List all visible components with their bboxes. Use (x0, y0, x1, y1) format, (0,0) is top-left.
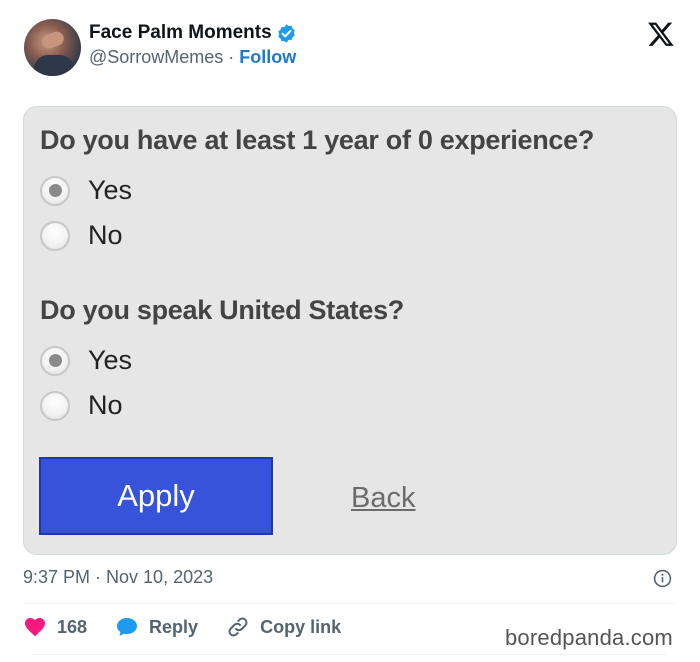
action-bar: 168 Reply Copy link (23, 615, 369, 639)
q2-option-yes[interactable]: Yes (40, 345, 132, 376)
watermark: boredpanda.com (505, 625, 673, 650)
option-label: Yes (88, 175, 133, 205)
apply-button[interactable]: Apply (39, 457, 273, 535)
copy-link-button[interactable]: Copy link (226, 615, 341, 639)
copy-link-label: Copy link (260, 616, 342, 637)
handle-row: @SorrowMemes · Follow (89, 47, 296, 68)
reply-button[interactable]: Reply (115, 615, 198, 639)
reply-bubble-icon (117, 618, 138, 636)
author-handle[interactable]: @SorrowMemes (89, 47, 223, 68)
option-label: No (88, 390, 123, 420)
heart-icon (25, 618, 45, 637)
radio-button[interactable] (40, 345, 70, 376)
divider (23, 603, 677, 604)
like-count: 168 (57, 616, 88, 637)
radio-button[interactable] (40, 390, 70, 421)
question-1: Do you have at least 1 year of 0 experie… (40, 125, 595, 155)
radio-button[interactable] (40, 175, 70, 206)
reply-label: Reply (149, 616, 199, 637)
bottom-divider (34, 654, 666, 655)
back-link[interactable]: Back (351, 482, 415, 515)
info-icon[interactable] (653, 569, 672, 588)
q1-option-yes[interactable]: Yes (40, 175, 132, 206)
avatar-hand (40, 29, 66, 51)
radio-selected-dot (48, 184, 62, 197)
radio-button[interactable] (40, 220, 70, 251)
option-label: No (88, 220, 123, 250)
separator: · (228, 47, 235, 67)
question-2: Do you speak United States? (40, 295, 404, 325)
author-row: Face Palm Moments (89, 22, 297, 44)
option-label: Yes (88, 345, 133, 375)
radio-selected-dot (48, 354, 62, 367)
q1-option-no[interactable]: No (40, 220, 123, 251)
embedded-image[interactable]: Do you have at least 1 year of 0 experie… (23, 106, 677, 555)
link-icon (228, 617, 248, 637)
tweet-timestamp[interactable]: 9:37 PM · Nov 10, 2023 (23, 567, 213, 588)
x-logo-icon[interactable] (647, 20, 675, 48)
author-name[interactable]: Face Palm Moments (89, 22, 272, 44)
like-button[interactable]: 168 (23, 615, 87, 639)
tweet-header: Face Palm Moments @SorrowMemes · Follow (0, 0, 700, 100)
q2-option-no[interactable]: No (40, 390, 123, 421)
follow-button[interactable]: Follow (239, 47, 296, 68)
avatar[interactable] (24, 19, 81, 76)
avatar-shirt (34, 55, 74, 76)
verified-badge-icon (277, 23, 295, 43)
